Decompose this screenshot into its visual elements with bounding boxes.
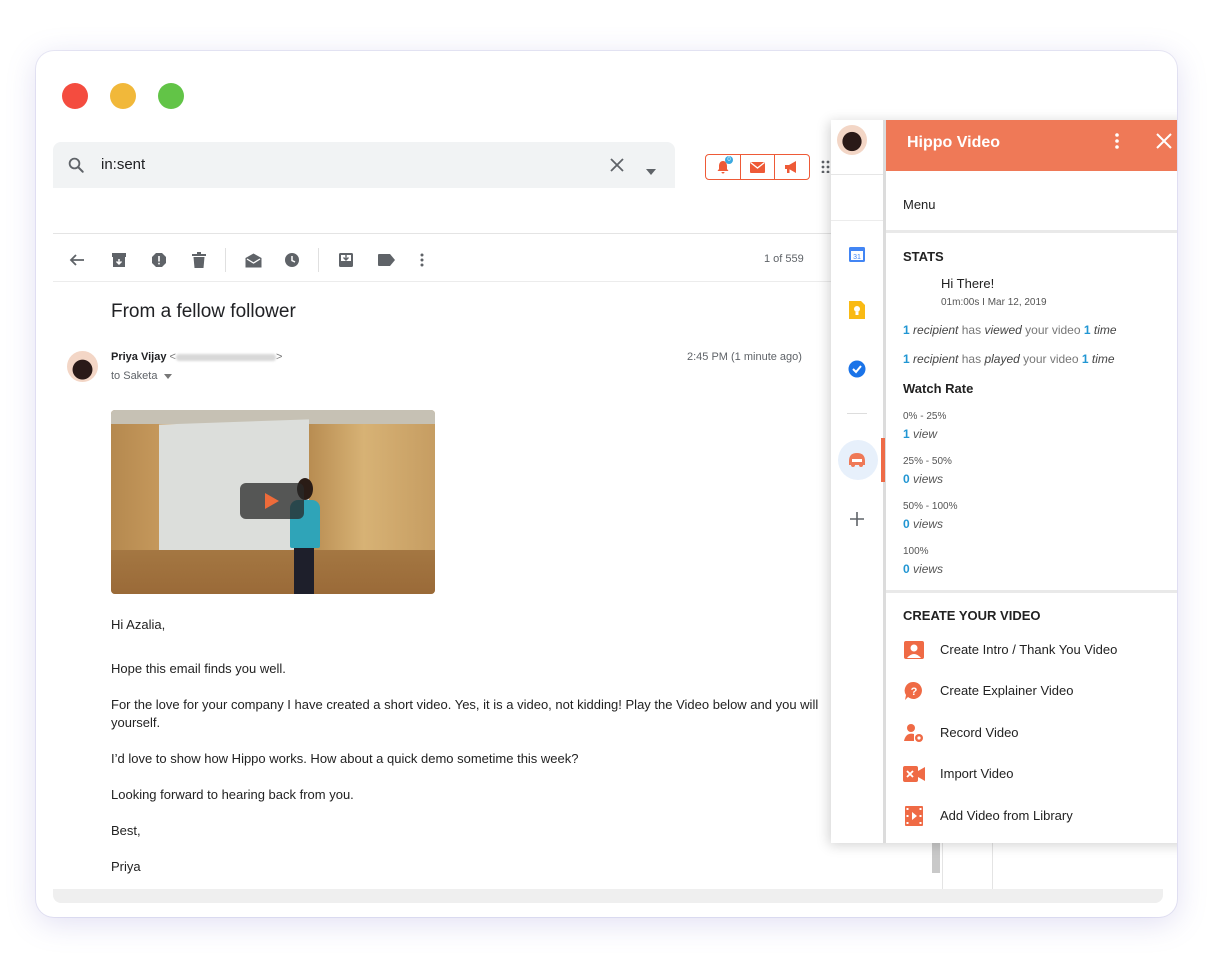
app-window: in:sent 0 1 of 559 From a fellow followe… bbox=[36, 51, 1177, 917]
stats-heading: STATS bbox=[903, 249, 944, 264]
video-meta: 01m:00s I Mar 12, 2019 bbox=[941, 297, 1047, 308]
notifications-button[interactable]: 0 bbox=[706, 155, 740, 179]
person-card-icon bbox=[903, 639, 925, 661]
search-bar[interactable]: in:sent bbox=[53, 142, 675, 188]
range-value: 1 view bbox=[903, 427, 938, 441]
hippo-header: Hippo Video bbox=[886, 120, 1177, 171]
snooze-clock-icon[interactable] bbox=[282, 250, 302, 270]
range-label: 25% - 50% bbox=[903, 456, 952, 467]
add-addon-icon[interactable] bbox=[847, 509, 867, 529]
side-rail: 31 bbox=[831, 120, 886, 843]
sender-email: < > bbox=[169, 351, 283, 363]
svg-text:?: ? bbox=[911, 686, 918, 698]
report-spam-icon[interactable] bbox=[149, 250, 169, 270]
divider bbox=[53, 233, 833, 234]
create-video-heading: CREATE YOUR VIDEO bbox=[903, 608, 1041, 623]
range-label: 50% - 100% bbox=[903, 501, 958, 512]
tasks-icon[interactable] bbox=[847, 359, 867, 379]
message-count: 1 of 559 bbox=[764, 253, 804, 265]
recipient-line[interactable]: to Saketa bbox=[111, 370, 172, 382]
side-column bbox=[942, 843, 993, 891]
move-to-inbox-icon[interactable] bbox=[336, 250, 356, 270]
divider bbox=[53, 281, 833, 282]
play-icon bbox=[265, 493, 279, 509]
sender-name[interactable]: Priya Vijay bbox=[111, 351, 166, 363]
email-paragraph: I’d love to show how Hippo works. How ab… bbox=[111, 751, 579, 766]
range-label: 100% bbox=[903, 546, 929, 557]
hippo-toolbar: 0 bbox=[705, 154, 810, 180]
email-paragraph: Looking forward to hearing back from you… bbox=[111, 787, 354, 802]
email-paragraph: For the love for your company I have cre… bbox=[111, 697, 819, 730]
played-stat: 1 recipient has played your video 1 time bbox=[903, 352, 1115, 366]
email-signature: Priya bbox=[111, 859, 141, 874]
video-thumbnail[interactable] bbox=[111, 410, 435, 594]
video-title: Hi There! bbox=[941, 276, 995, 291]
search-input[interactable]: in:sent bbox=[101, 156, 145, 173]
hippo-video-icon[interactable] bbox=[847, 450, 867, 470]
viewed-stat: 1 recipient has viewed your video 1 time bbox=[903, 323, 1117, 337]
bottom-strip bbox=[53, 889, 1163, 903]
profile-button[interactable] bbox=[831, 120, 883, 175]
envelope-icon bbox=[750, 161, 765, 173]
maximize-window-dot[interactable] bbox=[158, 83, 184, 109]
mark-unread-icon[interactable] bbox=[243, 250, 263, 270]
megaphone-icon bbox=[785, 161, 797, 173]
keep-notes-icon[interactable] bbox=[847, 300, 867, 320]
delete-icon[interactable] bbox=[189, 250, 209, 270]
mail-button[interactable] bbox=[739, 155, 775, 179]
announce-button[interactable] bbox=[774, 155, 809, 179]
record-person-icon bbox=[903, 722, 925, 744]
chevron-down-icon[interactable] bbox=[163, 373, 172, 379]
toolbar-separator bbox=[318, 248, 319, 272]
recipient-label: to Saketa bbox=[111, 370, 158, 382]
label-icon[interactable] bbox=[376, 250, 396, 270]
svg-text:31: 31 bbox=[853, 254, 861, 261]
menu-link[interactable]: Menu bbox=[903, 197, 936, 212]
email-signoff: Best, bbox=[111, 823, 141, 838]
sender-line: Priya Vijay < > bbox=[111, 351, 282, 363]
search-icon[interactable] bbox=[67, 156, 85, 179]
sender-avatar[interactable] bbox=[67, 351, 98, 382]
import-video-icon bbox=[903, 763, 925, 785]
range-value: 0 views bbox=[903, 472, 944, 486]
import-video-item[interactable]: Import Video bbox=[903, 763, 1177, 785]
calendar-icon[interactable]: 31 bbox=[847, 244, 867, 264]
scrollbar[interactable] bbox=[932, 843, 940, 873]
film-library-icon bbox=[903, 805, 925, 827]
search-options-icon[interactable] bbox=[646, 162, 656, 180]
more-options-icon[interactable] bbox=[412, 250, 432, 270]
range-label: 0% - 25% bbox=[903, 411, 947, 422]
create-explainer-video-item[interactable]: ? Create Explainer Video bbox=[903, 680, 1177, 702]
close-window-dot[interactable] bbox=[62, 83, 88, 109]
mail-toolbar: 1 of 559 bbox=[53, 248, 833, 272]
back-arrow-icon[interactable] bbox=[67, 250, 87, 270]
add-video-from-library-item[interactable]: Add Video from Library bbox=[903, 805, 1177, 827]
email-subject: From a fellow follower bbox=[111, 301, 296, 322]
range-value: 0 views bbox=[903, 517, 944, 531]
email-time: 2:45 PM (1 minute ago) bbox=[687, 351, 802, 363]
archive-icon[interactable] bbox=[109, 250, 129, 270]
toolbar-separator bbox=[225, 248, 226, 272]
play-button[interactable] bbox=[240, 483, 304, 519]
create-intro-video-item[interactable]: Create Intro / Thank You Video bbox=[903, 639, 1177, 661]
email-paragraph: Hope this email finds you well. bbox=[111, 661, 286, 676]
minimize-window-dot[interactable] bbox=[110, 83, 136, 109]
record-video-item[interactable]: Record Video bbox=[903, 722, 1177, 744]
notification-badge: 0 bbox=[725, 156, 733, 164]
email-greeting: Hi Azalia, bbox=[111, 617, 166, 632]
clear-search-icon[interactable] bbox=[609, 157, 625, 178]
profile-avatar bbox=[837, 125, 867, 155]
watch-rate-heading: Watch Rate bbox=[903, 381, 974, 396]
hippo-content: Hippo Video Menu STATS Hi There! 01m:00s… bbox=[886, 120, 1177, 843]
close-icon[interactable] bbox=[1156, 133, 1172, 154]
question-bubble-icon: ? bbox=[903, 680, 925, 702]
apps-grid-icon[interactable] bbox=[821, 159, 831, 178]
panel-title: Hippo Video bbox=[907, 134, 1001, 151]
range-value: 0 views bbox=[903, 562, 944, 576]
kebab-menu-icon[interactable] bbox=[1115, 132, 1119, 155]
hippo-panel: 31 Hippo Video Menu STATS Hi There! 01m:… bbox=[831, 120, 1177, 843]
